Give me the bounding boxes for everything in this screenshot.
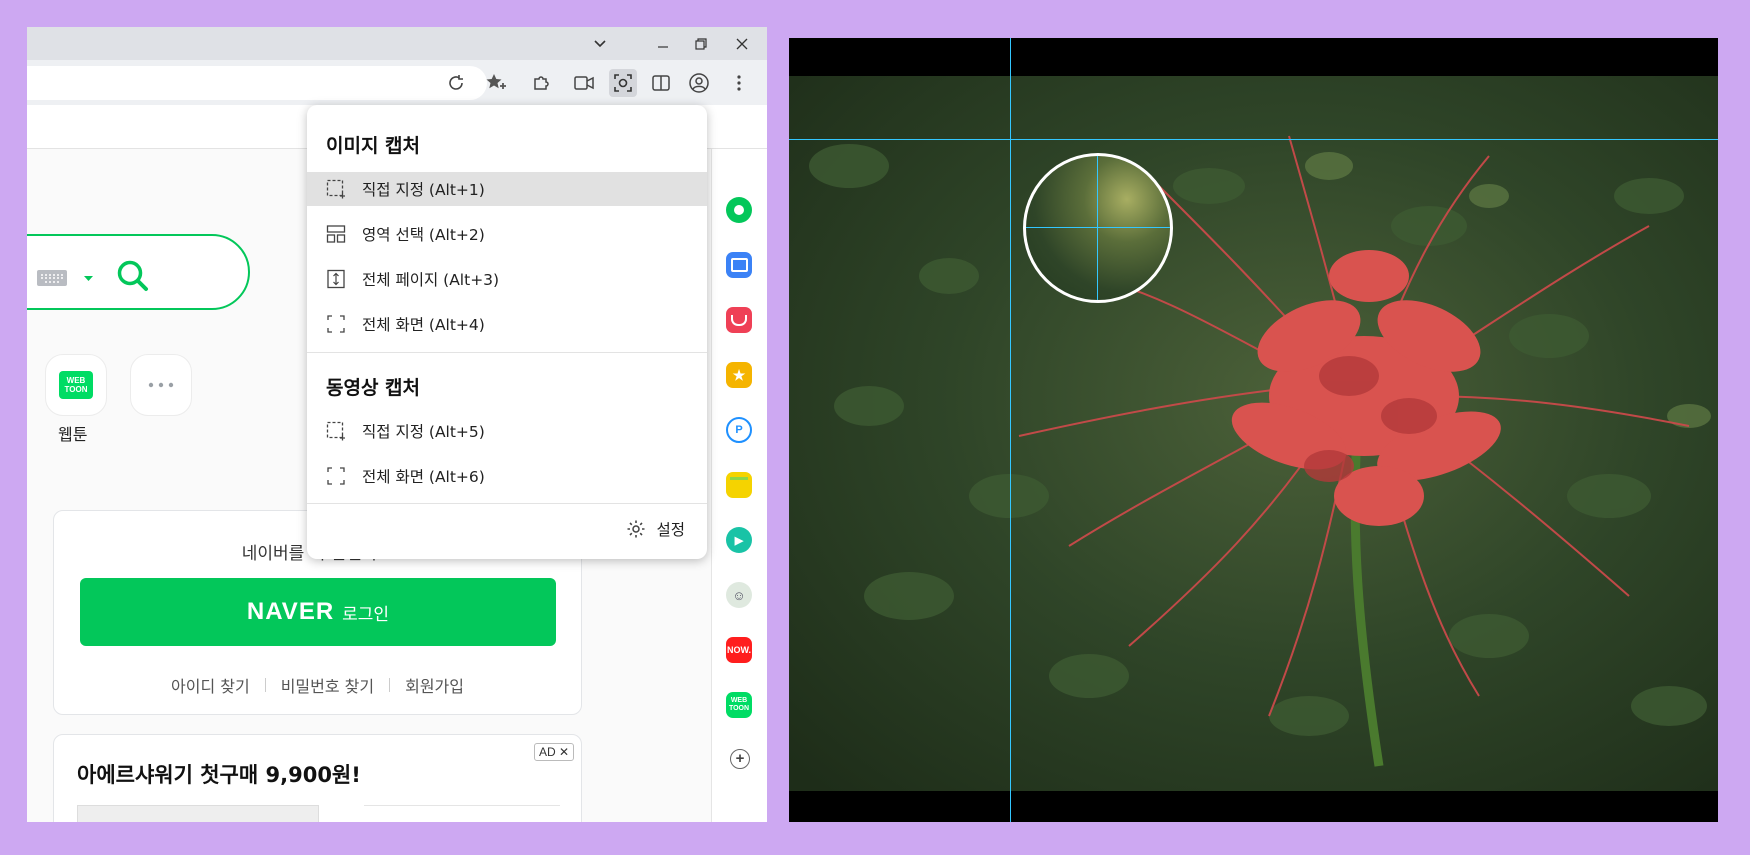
more-horizontal-icon — [148, 382, 174, 388]
briefcase-icon[interactable] — [726, 252, 752, 278]
ad-title[interactable]: 아에르샤워기 첫구매 9,900원! — [77, 759, 361, 789]
webtoon-app-label: 웹툰 — [58, 425, 88, 444]
naver-login-button[interactable]: NAVER 로그인 — [80, 578, 556, 646]
image-capture-full-screen[interactable]: 전체 화면 (Alt+4) — [307, 307, 707, 341]
crosshair-horizontal-guide — [789, 139, 1718, 140]
search-icon[interactable] — [116, 259, 150, 297]
video-capture-icon[interactable] — [572, 71, 596, 95]
region-select-icon — [325, 223, 347, 245]
favorite-star-icon[interactable] — [484, 71, 508, 95]
crosshair-vertical-guide — [1010, 38, 1011, 822]
now-icon[interactable]: NOW. — [726, 637, 752, 663]
ad-image[interactable] — [77, 805, 319, 822]
capture-settings-button[interactable]: 설정 — [626, 518, 685, 540]
image-capture-full-page[interactable]: 전체 페이지 (Alt+3) — [307, 262, 707, 296]
address-bar[interactable] — [27, 66, 487, 100]
video-capture-full-screen[interactable]: 전체 화면 (Alt+6) — [307, 459, 707, 493]
link-separator — [264, 678, 266, 692]
screen-capture-icon[interactable] — [609, 69, 637, 97]
find-id-link[interactable]: 아이디 찾기 — [171, 673, 250, 697]
signup-link[interactable]: 회원가입 — [405, 673, 464, 697]
capture-magnifier-loupe — [1023, 153, 1173, 303]
magnifier-horizontal-line — [1026, 227, 1170, 228]
full-page-icon — [325, 268, 347, 290]
full-screen-icon — [325, 465, 347, 487]
extensions-puzzle-icon[interactable] — [529, 71, 553, 95]
browser-toolbar — [27, 60, 767, 105]
restore-icon[interactable] — [681, 27, 721, 60]
more-apps-button[interactable] — [130, 354, 192, 416]
memo-icon[interactable] — [726, 472, 752, 498]
keyboard-icon[interactable] — [37, 270, 95, 290]
webtoon-app-tile[interactable]: WEB TOON — [45, 354, 107, 416]
login-links: 아이디 찾기 비밀번호 찾기 회원가입 — [54, 673, 581, 697]
full-screen-icon — [325, 313, 347, 335]
chevron-down-icon[interactable] — [580, 27, 620, 60]
play-icon[interactable]: ▶ — [726, 527, 752, 553]
pocket-icon[interactable] — [726, 307, 752, 333]
image-capture-title: 이미지 캡처 — [326, 135, 421, 157]
profile-icon[interactable] — [687, 71, 711, 95]
split-view-icon[interactable] — [649, 71, 673, 95]
login-label: 로그인 — [342, 604, 390, 625]
reload-icon[interactable] — [444, 71, 468, 95]
video-capture-title: 동영상 캡처 — [326, 377, 421, 399]
capture-preview-panel[interactable] — [789, 38, 1718, 822]
right-sidebar: ★ P ▶ ☺ NOW. WEB TOON + — [711, 149, 767, 822]
add-icon[interactable]: + — [730, 749, 750, 769]
find-password-link[interactable]: 비밀번호 찾기 — [281, 673, 374, 697]
select-area-icon — [325, 178, 347, 200]
naver-green-circle-icon[interactable] — [726, 197, 752, 223]
close-icon[interactable] — [722, 27, 762, 60]
ad-divider — [364, 805, 560, 806]
ad-close-badge[interactable]: AD ✕ — [533, 743, 574, 761]
select-area-icon — [325, 420, 347, 442]
search-input[interactable] — [27, 234, 250, 310]
star-bookmark-icon[interactable]: ★ — [726, 362, 752, 388]
capture-menu: 이미지 캡처 직접 지정 (Alt+1) 영역 선택 (Alt+2) 전체 페이… — [307, 105, 707, 559]
minimize-icon[interactable] — [643, 27, 683, 60]
title-bar — [27, 27, 767, 60]
ad-card[interactable]: 아에르샤워기 첫구매 9,900원! AD ✕ — [53, 734, 582, 822]
gear-icon — [627, 520, 645, 538]
naver-logo: NAVER — [246, 598, 335, 625]
more-vertical-icon[interactable] — [727, 71, 751, 95]
link-separator — [389, 678, 391, 692]
image-capture-custom-area[interactable]: 직접 지정 (Alt+1) — [307, 172, 707, 206]
character-icon[interactable]: ☺ — [726, 582, 752, 608]
flower-photo — [789, 76, 1718, 791]
menu-divider — [307, 503, 707, 504]
webtoon-logo-icon: WEB TOON — [59, 371, 93, 399]
menu-divider — [307, 352, 707, 353]
papago-icon[interactable]: P — [726, 417, 752, 443]
magnifier-vertical-line — [1097, 156, 1098, 300]
red-spider-lily-image — [789, 76, 1718, 791]
webtoon-icon[interactable]: WEB TOON — [726, 692, 752, 718]
image-capture-region-select[interactable]: 영역 선택 (Alt+2) — [307, 217, 707, 251]
video-capture-custom-area[interactable]: 직접 지정 (Alt+5) — [307, 414, 707, 448]
